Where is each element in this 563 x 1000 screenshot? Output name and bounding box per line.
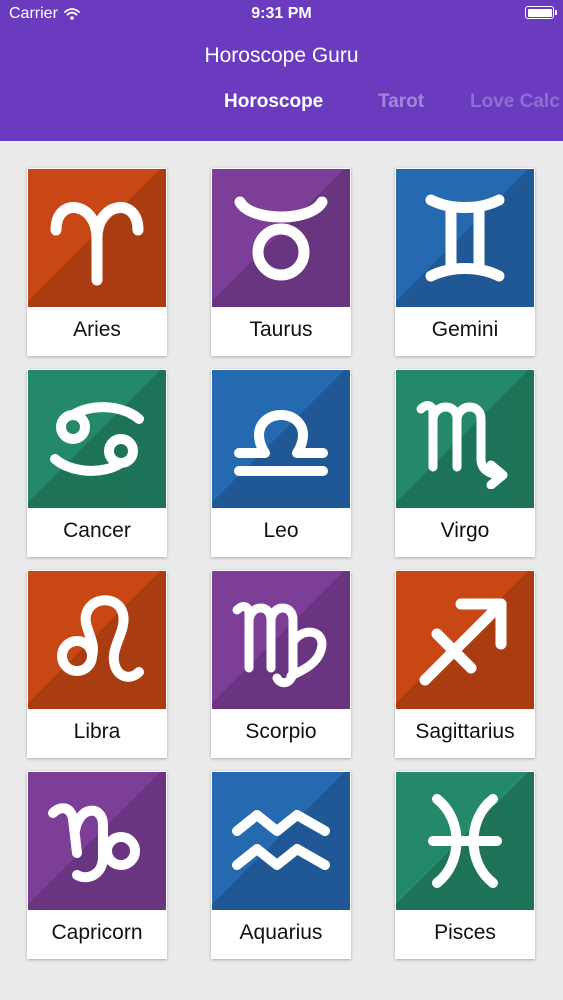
sign-name: Libra bbox=[73, 720, 121, 743]
scorpio-icon bbox=[416, 401, 508, 489]
sign-tile bbox=[396, 169, 534, 307]
sign-tile bbox=[212, 772, 350, 910]
sign-tile bbox=[396, 370, 534, 508]
status-time: 9:31 PM bbox=[251, 5, 312, 22]
sign-name: Taurus bbox=[249, 318, 313, 341]
sign-tile bbox=[396, 772, 534, 910]
sign-name: Aries bbox=[73, 318, 121, 341]
capricorn-icon bbox=[48, 803, 140, 883]
sagittarius-icon bbox=[419, 598, 507, 686]
sign-card-sagittarius[interactable]: Sagittarius bbox=[395, 570, 535, 758]
sign-name: Gemini bbox=[431, 318, 499, 341]
sign-card-pisces[interactable]: Pisces bbox=[395, 771, 535, 959]
sign-card-aries[interactable]: Aries bbox=[27, 168, 167, 356]
sign-card-taurus[interactable]: Taurus bbox=[211, 168, 351, 356]
app-title: Horoscope Guru bbox=[204, 44, 359, 67]
libra-icon bbox=[234, 410, 328, 476]
navigation-header: Carrier 9:31 PM Horoscope Guru Horoscope… bbox=[0, 0, 563, 141]
sign-card-aquarius[interactable]: Aquarius bbox=[211, 771, 351, 959]
pisces-icon bbox=[428, 794, 502, 888]
gemini-icon bbox=[425, 194, 505, 282]
aries-icon bbox=[50, 202, 144, 286]
sign-name: Cancer bbox=[63, 519, 131, 542]
sign-tile bbox=[28, 571, 166, 709]
sign-name: Aquarius bbox=[239, 921, 323, 944]
sign-card-capricorn[interactable]: Capricorn bbox=[27, 771, 167, 959]
tab-love-calc[interactable]: Love Calc bbox=[470, 91, 560, 113]
sign-name: Scorpio bbox=[245, 720, 317, 743]
sign-tile bbox=[28, 370, 166, 508]
aquarius-icon bbox=[232, 810, 330, 870]
taurus-icon bbox=[234, 196, 328, 281]
sign-name: Leo bbox=[263, 519, 299, 542]
sign-tile bbox=[28, 169, 166, 307]
battery-icon bbox=[525, 6, 557, 19]
sign-name: Virgo bbox=[440, 519, 490, 542]
virgo-icon bbox=[232, 602, 327, 688]
cancer-icon bbox=[50, 402, 144, 476]
sign-card-virgo[interactable]: Virgo bbox=[395, 369, 535, 557]
tab-horoscope[interactable]: Horoscope bbox=[224, 91, 323, 113]
status-bar: Carrier 9:31 PM bbox=[0, 0, 563, 30]
sign-name: Pisces bbox=[434, 921, 496, 944]
sign-card-gemini[interactable]: Gemini bbox=[395, 168, 535, 356]
sign-tile bbox=[212, 169, 350, 307]
sign-name: Capricorn bbox=[51, 921, 143, 944]
sign-name: Sagittarius bbox=[415, 720, 515, 743]
sign-card-cancer[interactable]: Cancer bbox=[27, 369, 167, 557]
sign-card-leo[interactable]: Leo bbox=[211, 369, 351, 557]
sign-tile bbox=[28, 772, 166, 910]
tab-tarot[interactable]: Tarot bbox=[378, 91, 424, 113]
sign-card-scorpio[interactable]: Scorpio bbox=[211, 570, 351, 758]
sign-tile bbox=[212, 370, 350, 508]
sign-tile bbox=[212, 571, 350, 709]
leo-icon bbox=[57, 595, 144, 682]
sign-tile bbox=[396, 571, 534, 709]
sign-card-libra[interactable]: Libra bbox=[27, 570, 167, 758]
